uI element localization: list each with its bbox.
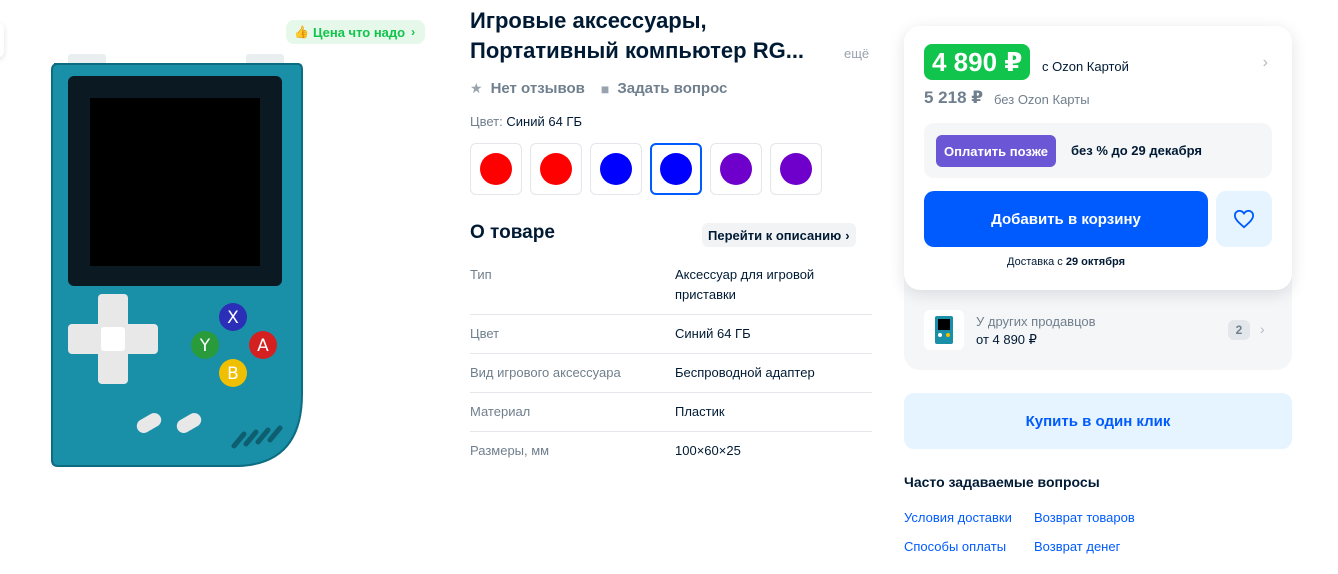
heart-icon [1233, 209, 1255, 229]
spec-value: Аксессуар для игровой приставки [675, 267, 815, 302]
buy-card: 4 890 ₽ с Ozon Картой › 5 218 ₽ без Ozon… [904, 26, 1292, 290]
price-regular-label: без Ozon Карты [994, 92, 1090, 107]
spec-key: Цвет [470, 326, 500, 341]
product-title-line1: Игровые аксессуары, [470, 8, 707, 33]
delivery-date: 29 октября [1065, 256, 1125, 268]
carousel-edge-tab[interactable] [0, 22, 4, 58]
faq-title: Часто задаваемые вопросы [904, 474, 1100, 490]
color-swatch-dot [780, 153, 812, 185]
color-value: Синий 64 ГБ [506, 114, 582, 129]
color-swatches [470, 143, 822, 195]
seller-product-thumbnail [924, 310, 964, 350]
product-title: Игровые аксессуары, Портативный компьюте… [470, 6, 850, 66]
chevron-right-icon: › [411, 25, 416, 39]
svg-text:B: B [227, 364, 239, 384]
about-title: О товаре [470, 222, 555, 243]
spec-row: Материал Пластик [470, 393, 872, 432]
color-swatch[interactable] [530, 143, 582, 195]
color-swatch[interactable] [590, 143, 642, 195]
color-swatch-dot [540, 153, 572, 185]
color-label: Цвет: Синий 64 ГБ [470, 114, 582, 129]
spec-key: Размеры, мм [470, 443, 550, 458]
title-more-link[interactable]: ещё [844, 46, 869, 61]
chevron-right-icon[interactable]: › [1263, 54, 1268, 72]
price-badge-label: Цена что надо [312, 24, 406, 40]
spec-key: Вид игрового аксессуара [470, 365, 621, 380]
spec-value: Синий 64 ГБ [675, 326, 751, 341]
color-swatch[interactable] [710, 143, 762, 195]
color-swatch[interactable] [650, 143, 702, 195]
svg-text:A: A [257, 336, 269, 356]
reviews-link[interactable]: ★ Нет отзывов [470, 80, 585, 97]
star-icon: ★ [470, 80, 483, 96]
buy-one-click-button[interactable]: Купить в один клик [904, 393, 1292, 449]
color-swatch-dot [480, 153, 512, 185]
product-image: X Y A B [48, 54, 304, 472]
add-to-cart-button[interactable]: Добавить в корзину [924, 191, 1208, 247]
faq-link-payment[interactable]: Способы оплаты [904, 539, 1034, 554]
spec-value: Пластик [675, 404, 725, 419]
price-ozon-card: 4 890 ₽ [924, 44, 1031, 80]
chevron-right-icon: › [845, 227, 850, 243]
pay-later-text: без % до 29 декабря [1071, 143, 1202, 158]
spec-row: Тип Аксессуар для игровой приставки [470, 256, 872, 315]
delivery-prefix: Доставка с [1007, 256, 1063, 268]
other-sellers-price: от 4 890 ₽ [976, 332, 1037, 347]
spec-value: 100×60×25 [675, 443, 741, 458]
color-swatch-dot [660, 153, 692, 185]
specs-table: Тип Аксессуар для игровой приставки Цвет Си… [470, 256, 872, 470]
other-sellers-count: 2 [1228, 320, 1250, 340]
spec-row: Вид игрового аксессуара Беспроводной адап… [470, 354, 872, 393]
product-title-line2: Портативный компьютер RG... [470, 38, 805, 63]
other-sellers-label: У других продавцов [976, 314, 1096, 329]
svg-text:X: X [227, 308, 239, 328]
spec-row: Цвет Синий 64 ГБ [470, 315, 872, 354]
spec-key: Тип [470, 267, 492, 282]
go-to-description-link[interactable]: Перейти к описанию › [702, 223, 856, 247]
color-label-text: Цвет: [470, 114, 503, 129]
delivery-info: Доставка с 29 октября [904, 256, 1228, 268]
price-badge[interactable]: 👍 Цена что надо › [286, 20, 426, 44]
chat-icon: ■ [600, 80, 610, 97]
reviews-label: Нет отзывов [490, 80, 585, 97]
product-gallery[interactable]: 👍 Цена что надо › X Y A B [20, 10, 440, 530]
pay-later-block[interactable]: Оплатить позже без % до 29 декабря [924, 123, 1272, 178]
ask-question-link[interactable]: ■ Задать вопрос [601, 80, 728, 97]
spec-row: Размеры, мм 100×60×25 [470, 432, 872, 470]
favorite-button[interactable] [1216, 191, 1272, 247]
go-to-description-label: Перейти к описанию [708, 227, 842, 243]
color-swatch[interactable] [770, 143, 822, 195]
thumbs-up-icon: 👍 [294, 25, 309, 39]
chevron-right-icon: › [1260, 321, 1265, 337]
color-swatch-dot [720, 153, 752, 185]
price-regular: 5 218 ₽ [924, 88, 984, 107]
faq-link-delivery[interactable]: Условия доставки [904, 510, 1034, 525]
svg-text:Y: Y [199, 336, 211, 356]
faq-link-refund[interactable]: Возврат денег [1034, 539, 1164, 554]
color-swatch-dot [600, 153, 632, 185]
product-meta: ★ Нет отзывов ■ Задать вопрос [470, 80, 727, 97]
color-swatch[interactable] [470, 143, 522, 195]
ask-question-label: Задать вопрос [617, 80, 728, 97]
spec-key: Материал [470, 404, 531, 419]
price-ozon-card-label: с Ozon Картой [1042, 59, 1129, 74]
faq-links: Условия доставки Возврат товаров Способы… [904, 510, 1204, 554]
pay-later-button[interactable]: Оплатить позже [936, 135, 1056, 167]
spec-value: Беспроводной адаптер [675, 365, 815, 380]
faq-link-returns[interactable]: Возврат товаров [1034, 510, 1164, 525]
